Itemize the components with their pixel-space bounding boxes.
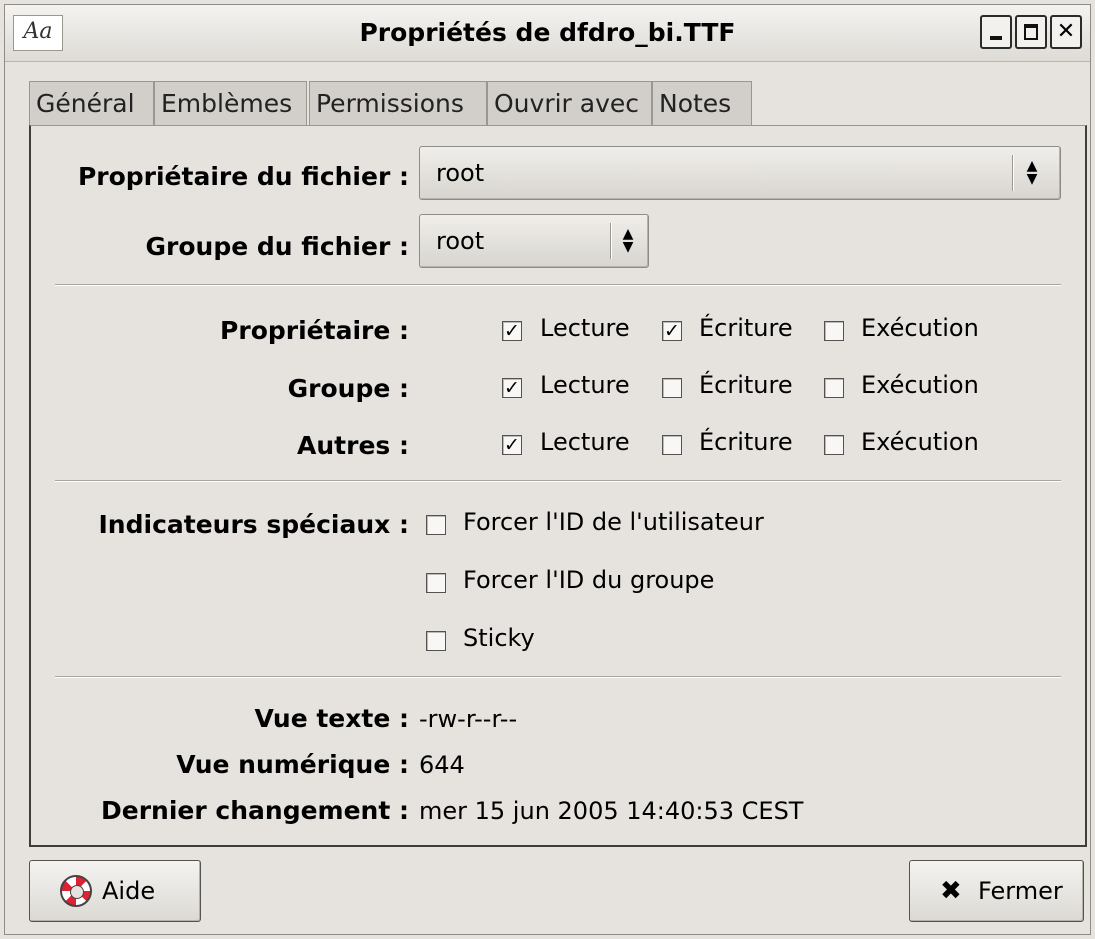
group-write-label[interactable]: Écriture	[699, 371, 793, 399]
maximize-icon	[1017, 17, 1045, 47]
owner-combo[interactable]: root ▲ ▼	[419, 146, 1061, 200]
permissions-panel: Propriétaire du fichier : root ▲ ▼ Groupe…	[29, 125, 1087, 847]
others-exec-label[interactable]: Exécution	[861, 428, 979, 456]
owner-exec-checkbox[interactable]	[824, 321, 844, 341]
sticky-checkbox[interactable]	[426, 631, 446, 651]
tab-emblems[interactable]: Emblèmes	[154, 81, 307, 125]
special-flags-label: Indicateurs spéciaux :	[98, 510, 410, 539]
others-write-checkbox[interactable]	[662, 435, 682, 455]
setuid-label[interactable]: Forcer l'ID de l'utilisateur	[463, 508, 764, 536]
properties-window: Aa Propriétés de dfdro_bi.TTF ✕ Général …	[4, 4, 1091, 935]
owner-write-checkbox[interactable]: ✓	[662, 321, 682, 341]
others-read-label[interactable]: Lecture	[540, 428, 630, 456]
sticky-label[interactable]: Sticky	[463, 624, 535, 652]
window-title: Propriétés de dfdro_bi.TTF	[359, 18, 736, 47]
combo-separator	[1012, 155, 1013, 191]
perm-group-label: Groupe :	[287, 374, 409, 403]
others-write-label[interactable]: Écriture	[699, 428, 793, 456]
owner-value: root	[436, 159, 485, 187]
owner-exec-label[interactable]: Exécution	[861, 314, 979, 342]
minimize-icon	[982, 17, 1010, 47]
separator	[55, 480, 1061, 482]
group-label: Groupe du fichier :	[145, 232, 409, 261]
tab-general[interactable]: Général	[29, 81, 154, 125]
group-exec-label[interactable]: Exécution	[861, 371, 979, 399]
setuid-checkbox[interactable]	[426, 515, 446, 535]
minimize-button[interactable]	[980, 15, 1012, 49]
separator	[55, 676, 1061, 678]
group-combo[interactable]: root ▲ ▼	[419, 214, 649, 268]
close-icon: ✖	[940, 876, 962, 906]
lifebuoy-icon	[60, 875, 92, 907]
title-bar[interactable]: Aa Propriétés de dfdro_bi.TTF ✕	[5, 5, 1090, 62]
owner-read-checkbox[interactable]: ✓	[502, 321, 522, 341]
text-view-value: -rw-r--r--	[419, 705, 518, 733]
group-exec-checkbox[interactable]	[824, 378, 844, 398]
last-change-label: Dernier changement :	[101, 796, 409, 825]
last-change-value: mer 15 jun 2005 14:40:53 CEST	[419, 797, 804, 825]
group-write-checkbox[interactable]	[662, 378, 682, 398]
numeric-view-label: Vue numérique :	[176, 750, 409, 779]
text-view-label: Vue texte :	[254, 704, 409, 733]
updown-arrows-icon: ▲ ▼	[622, 226, 634, 255]
maximize-button[interactable]	[1015, 15, 1047, 49]
perm-others-label: Autres :	[297, 431, 409, 460]
close-label: Fermer	[978, 877, 1063, 905]
close-window-button[interactable]: ✕	[1050, 15, 1082, 49]
tab-notes[interactable]: Notes	[652, 81, 752, 125]
setgid-label[interactable]: Forcer l'ID du groupe	[463, 566, 714, 594]
perm-owner-label: Propriétaire :	[220, 316, 409, 345]
help-label: Aide	[102, 877, 156, 905]
separator	[55, 284, 1061, 286]
help-button[interactable]: Aide	[29, 860, 201, 922]
close-button[interactable]: ✖ Fermer	[909, 860, 1084, 922]
setgid-checkbox[interactable]	[426, 573, 446, 593]
owner-read-label[interactable]: Lecture	[540, 314, 630, 342]
group-value: root	[436, 227, 485, 255]
combo-separator	[610, 223, 611, 259]
updown-arrows-icon: ▲ ▼	[1026, 158, 1038, 187]
tab-permissions[interactable]: Permissions	[309, 81, 487, 125]
others-exec-checkbox[interactable]	[824, 435, 844, 455]
owner-write-label[interactable]: Écriture	[699, 314, 793, 342]
group-read-label[interactable]: Lecture	[540, 371, 630, 399]
close-icon: ✕	[1056, 19, 1076, 44]
tab-open-with[interactable]: Ouvrir avec	[487, 81, 652, 125]
others-read-checkbox[interactable]: ✓	[502, 435, 522, 455]
group-read-checkbox[interactable]: ✓	[502, 378, 522, 398]
numeric-view-value: 644	[419, 751, 465, 779]
owner-label: Propriétaire du fichier :	[77, 162, 409, 191]
